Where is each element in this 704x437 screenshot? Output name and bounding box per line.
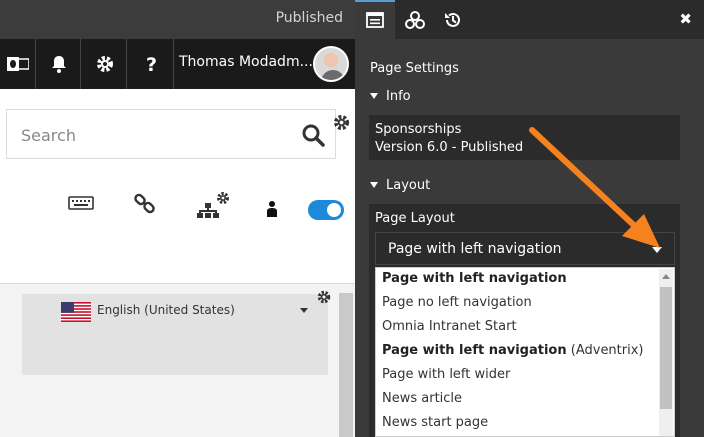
suite-header-bar: ? Thomas Modadm... <box>0 39 355 89</box>
panel-title: Page Settings <box>370 61 459 76</box>
svg-text:?: ? <box>146 54 157 74</box>
question-icon: ? <box>146 54 157 74</box>
caret-down-icon <box>370 181 378 188</box>
dropdown-option[interactable]: Omnia Intranet Start <box>382 319 517 334</box>
search-settings-gear-icon[interactable] <box>333 114 350 131</box>
dropdown-option[interactable]: News start page <box>382 415 488 430</box>
page-layout-dropdown: Page with left navigation Page no left n… <box>375 267 675 437</box>
user-name[interactable]: Thomas Modadm... <box>179 54 313 70</box>
person-icon[interactable] <box>266 200 278 218</box>
dropdown-option[interactable]: Page with left wider <box>382 367 510 382</box>
gear-icon <box>96 56 113 72</box>
dropdown-scrollbar[interactable] <box>659 269 673 436</box>
tab-apps[interactable] <box>395 0 435 39</box>
settings-button[interactable] <box>83 39 127 89</box>
sitemap-settings-icon[interactable] <box>196 190 232 220</box>
outlook-icon <box>6 57 29 71</box>
scroll-up-icon[interactable] <box>662 274 670 279</box>
page-name: Sponsorships <box>375 122 462 137</box>
chevron-down-icon[interactable] <box>300 308 308 313</box>
page-layout-label: Page Layout <box>375 211 455 226</box>
page-version: Version 6.0 - Published <box>375 140 524 155</box>
page-settings-panel: ✖ Page Settings Info Sponsorships Versio… <box>355 0 704 437</box>
panel-tab-bar: ✖ <box>355 0 704 39</box>
layout-section-header[interactable]: Layout <box>370 178 430 193</box>
section-label: Info <box>386 89 411 104</box>
page-settings-icon <box>366 11 384 28</box>
dropdown-option[interactable]: Page no left navigation <box>382 295 532 310</box>
language-value[interactable]: English (United States) <box>97 303 235 317</box>
help-button[interactable]: ? <box>130 39 174 89</box>
caret-down-icon <box>370 92 378 99</box>
page-layout-select[interactable]: Page with left navigation <box>375 232 675 265</box>
outlook-button[interactable] <box>0 39 36 89</box>
search-box[interactable]: Search <box>6 109 336 159</box>
search-input[interactable]: Search <box>21 126 76 145</box>
language-gear-icon[interactable] <box>317 290 331 304</box>
top-status-bar: Published <box>0 0 355 39</box>
edit-mode-toggle[interactable] <box>308 200 344 220</box>
close-panel-button[interactable]: ✖ <box>679 10 692 28</box>
scrollbar-thumb[interactable] <box>660 287 672 409</box>
history-icon <box>445 12 460 27</box>
chevron-down-icon <box>652 247 662 253</box>
dropdown-option[interactable]: Page with left navigation (Adventrix) <box>382 343 644 358</box>
tab-history[interactable] <box>433 0 473 39</box>
link-icon[interactable] <box>133 192 157 216</box>
bell-icon <box>51 56 66 73</box>
published-status: Published <box>275 10 343 26</box>
info-section-header[interactable]: Info <box>370 89 411 104</box>
notifications-button[interactable] <box>37 39 81 89</box>
dropdown-option[interactable]: News article <box>382 391 462 406</box>
scrollbar[interactable] <box>339 293 353 437</box>
tab-page-settings[interactable] <box>355 0 395 39</box>
info-box: Sponsorships Version 6.0 - Published <box>369 115 680 160</box>
apps-cubes-icon <box>405 10 425 29</box>
keyboard-icon[interactable] <box>68 192 94 212</box>
page-layout-value: Page with left navigation <box>388 241 562 257</box>
section-label: Layout <box>386 178 431 193</box>
dropdown-option[interactable]: Page with left navigation <box>382 271 567 286</box>
search-icon[interactable] <box>301 123 325 147</box>
us-flag-icon <box>61 302 91 322</box>
layout-box: Page Layout Page with left navigation Pa… <box>369 204 680 437</box>
avatar[interactable] <box>313 46 349 82</box>
